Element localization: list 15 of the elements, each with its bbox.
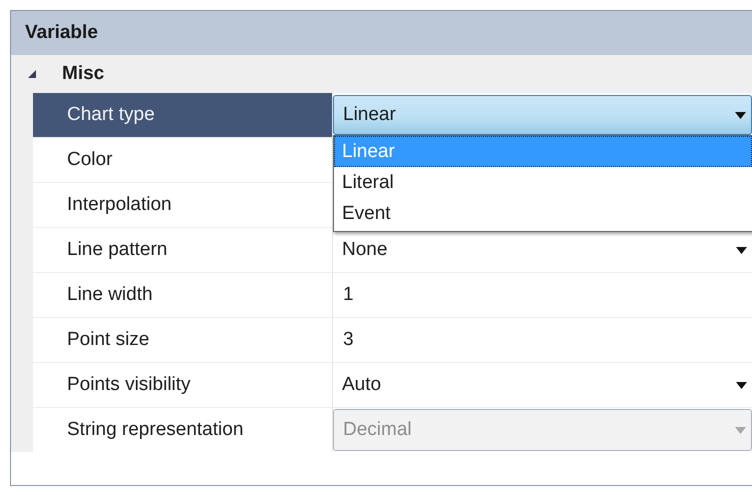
dropdown[interactable]: Auto [333,363,752,407]
category-label: Misc [62,63,104,85]
property-value[interactable]: 3 [333,329,354,351]
property-value[interactable]: 1 [333,284,354,306]
dropdown[interactable]: None [333,228,752,272]
caret-icon [735,112,746,118]
dropdown[interactable]: Linear [333,95,752,135]
caret-icon [735,426,746,434]
caret-icon [736,382,747,388]
expand-triangle-icon[interactable] [28,70,36,78]
dropdown-option[interactable]: Literal [334,167,752,198]
property-name[interactable]: Chart type [33,93,333,137]
panel-title: Variable [25,22,98,44]
dropdown-option[interactable]: Event [334,198,752,229]
caret-icon [736,246,747,254]
